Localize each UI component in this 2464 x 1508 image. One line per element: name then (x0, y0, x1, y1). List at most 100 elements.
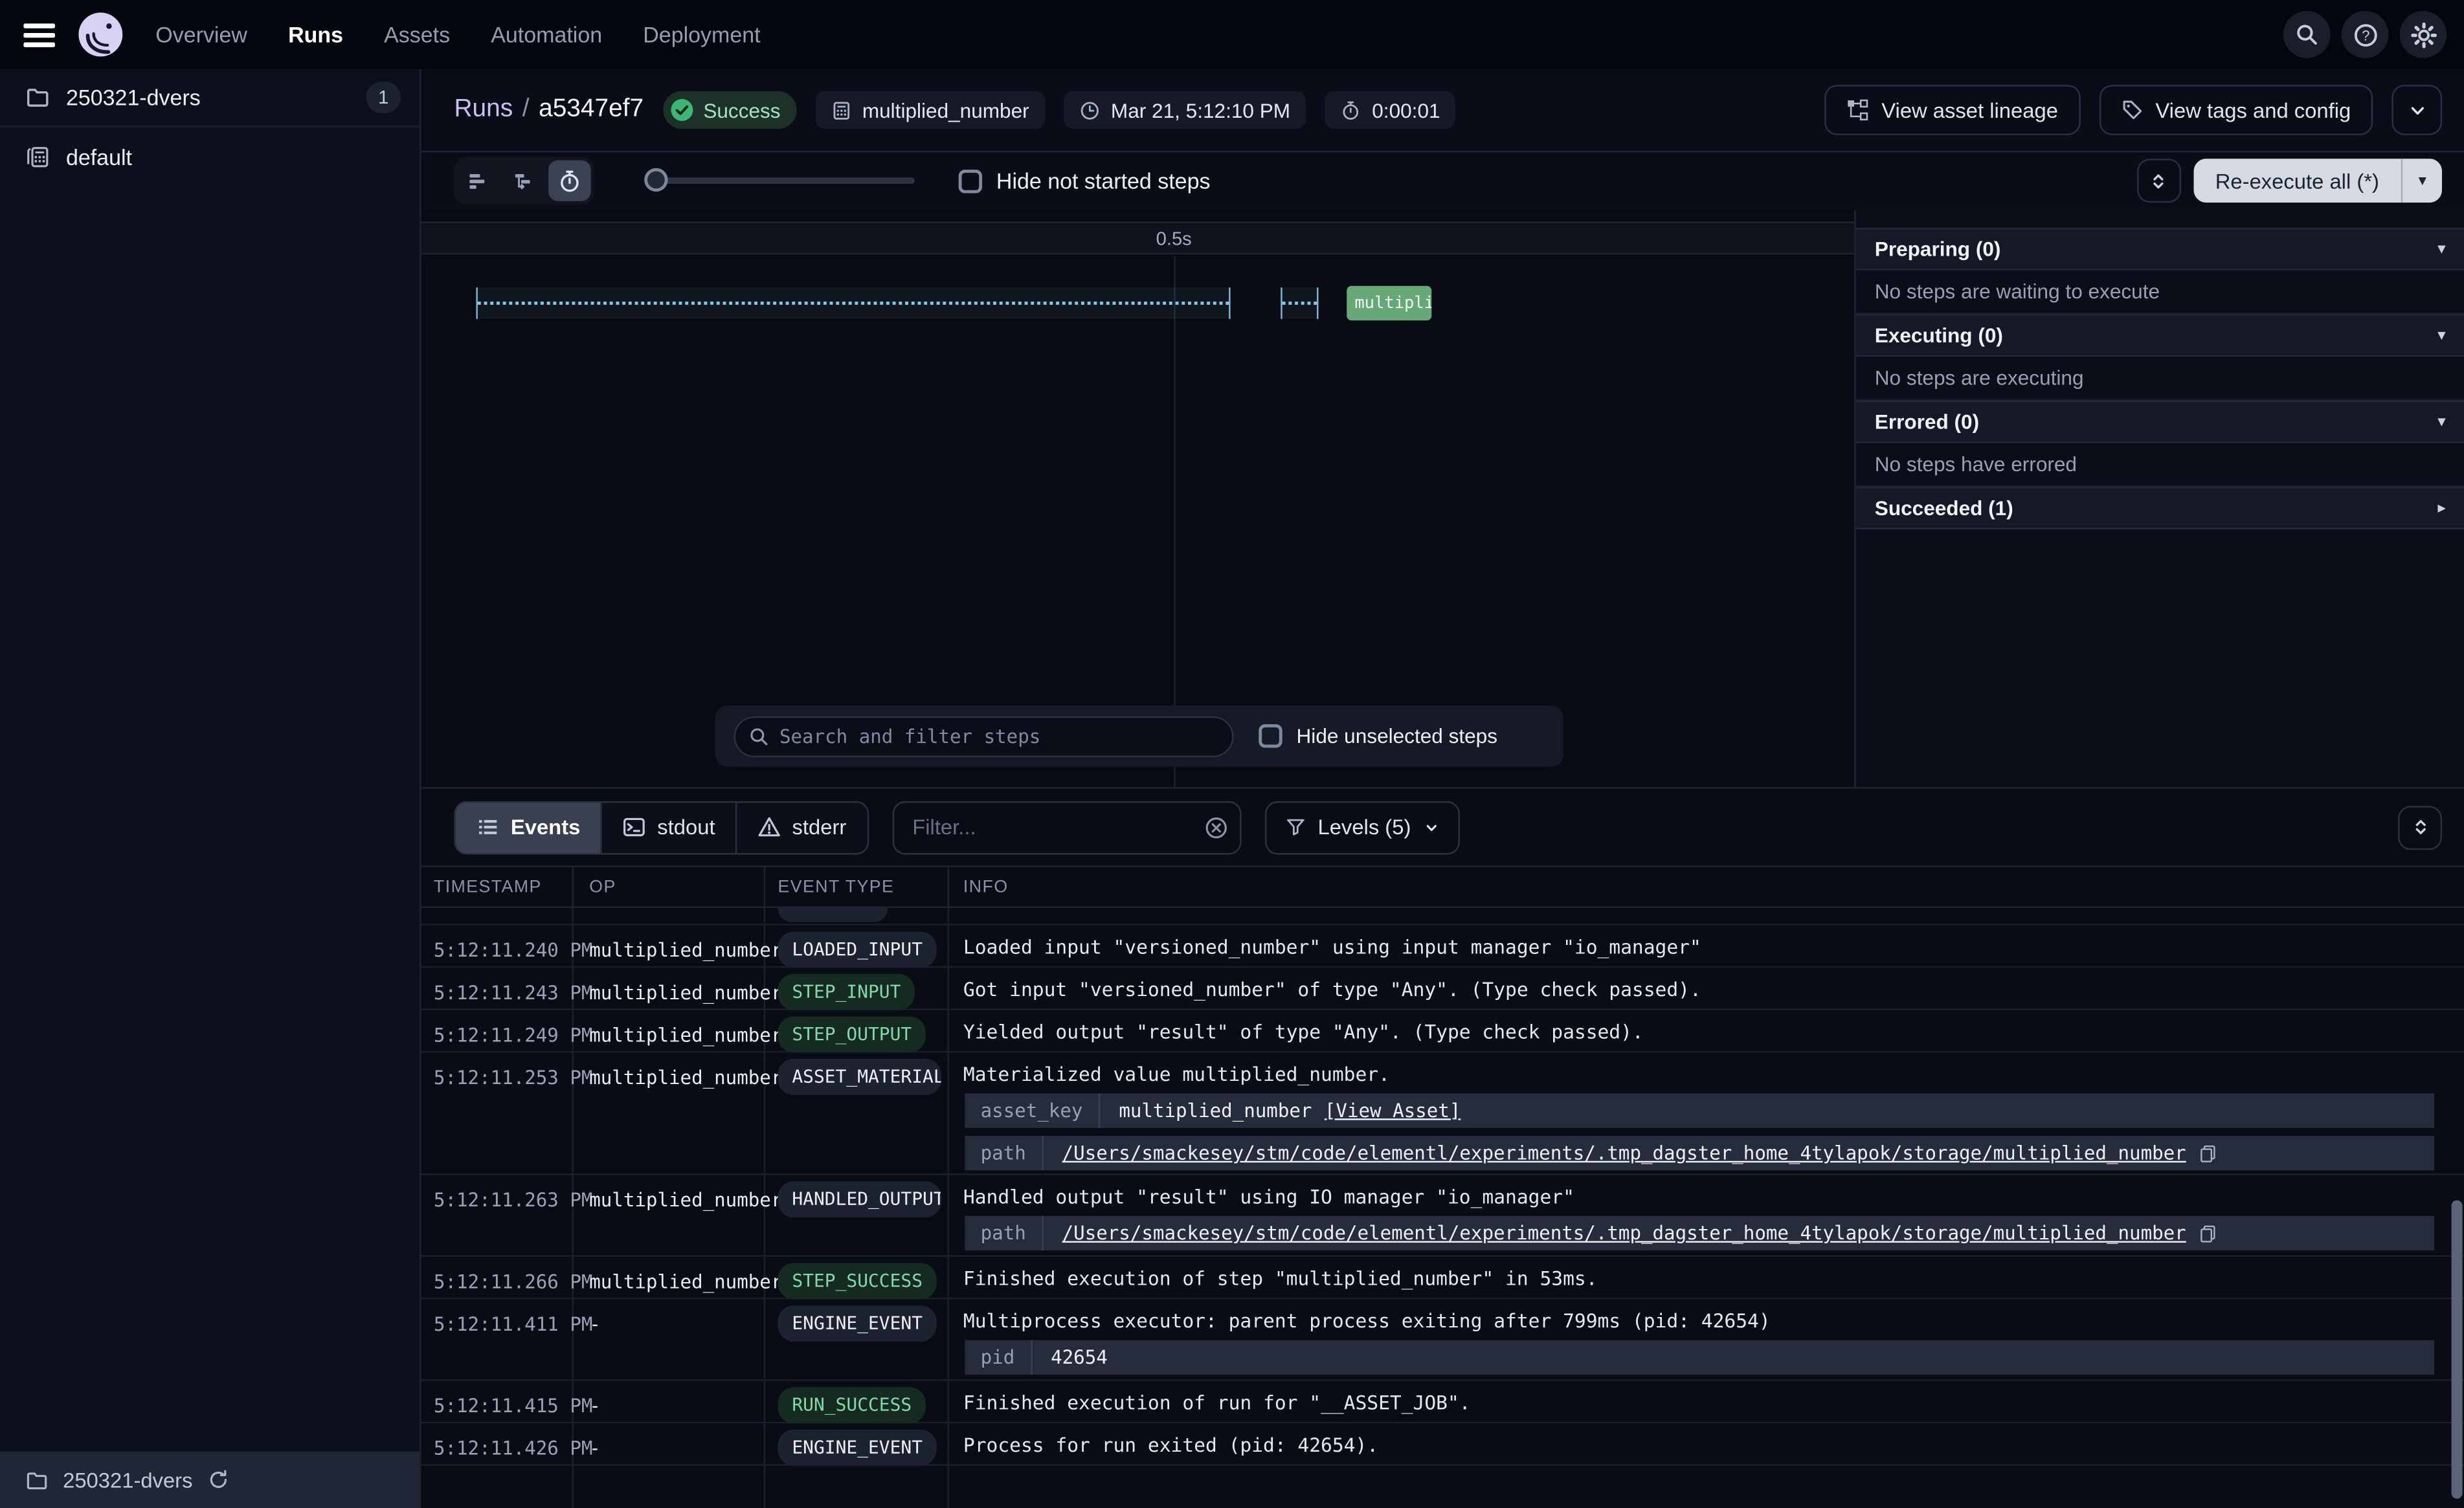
flat-view-button[interactable] (457, 161, 500, 201)
repository-name: 250321-dvers (66, 85, 201, 110)
waterfall-view-button[interactable] (503, 161, 546, 201)
sidebar: 250321-dvers 1 default 250321-dvers (0, 69, 421, 1508)
event-op: multiplied_number (589, 1067, 782, 1089)
log-filter-input[interactable] (892, 801, 1241, 854)
event-row[interactable]: 5:12:11.253 PMmultiplied_numberASSET_MAT… (421, 1052, 2464, 1175)
event-info: Loaded input "versioned_number" using in… (963, 937, 2464, 959)
nav-item-deployment[interactable]: Deployment (643, 22, 760, 47)
nav-item-automation[interactable]: Automation (491, 22, 602, 47)
event-timestamp: 5:12:11.240 PM (434, 940, 593, 962)
tab-label: stderr (792, 815, 847, 839)
tab-events[interactable]: Events (456, 802, 601, 852)
asset-tag[interactable]: multiplied_number (815, 91, 1045, 129)
event-type-badge: ENGINE_EVENT (778, 1305, 937, 1342)
event-row[interactable]: 5:12:11.249 PMmultiplied_numberSTEP_OUTP… (421, 1010, 2464, 1053)
metadata-key: asset_key (965, 1093, 1100, 1127)
status-section-body: No steps are waiting to execute (1856, 270, 2464, 314)
step-search-input[interactable] (734, 716, 1234, 757)
event-row[interactable]: 5:12:11.426 PM-ENGINE_EVENTProcess for r… (421, 1423, 2464, 1466)
clock-icon (1079, 100, 1100, 120)
hamburger-menu-icon[interactable] (23, 23, 55, 46)
search-button[interactable] (2283, 11, 2331, 58)
metadata-link[interactable]: /Users/smackesey/stm/code/elementl/exper… (1062, 1222, 2186, 1244)
metadata-link[interactable]: /Users/smackesey/stm/code/elementl/exper… (1062, 1142, 2186, 1164)
tab-stdout[interactable]: stdout (601, 802, 735, 852)
event-row-partial[interactable] (421, 908, 2464, 926)
status-section-header-4[interactable]: Succeeded (1)▸ (1856, 487, 2464, 529)
view-asset-lineage-label: View asset lineage (1881, 98, 2058, 122)
metadata-key: pid (965, 1340, 1032, 1374)
help-button[interactable]: ? (2342, 11, 2389, 58)
nav-item-runs[interactable]: Runs (288, 22, 343, 47)
event-info: Handled output "result" using IO manager… (963, 1186, 2464, 1208)
hide-unselected-checkbox-row[interactable]: Hide unselected steps (1259, 724, 1497, 748)
sidebar-item-job-default[interactable]: default (0, 128, 420, 186)
dagster-logo-icon[interactable] (78, 12, 122, 56)
refresh-icon[interactable] (207, 1469, 229, 1491)
event-type-badge: ENGINE_EVENT (778, 1430, 937, 1466)
event-op: multiplied_number (589, 1271, 782, 1293)
settings-button[interactable] (2399, 11, 2447, 58)
event-row[interactable]: 5:12:11.411 PM-ENGINE_EVENTMultiprocess … (421, 1299, 2464, 1380)
slider-knob[interactable] (644, 168, 667, 192)
lineage-icon (1847, 99, 1869, 121)
status-section-header-1[interactable]: Preparing (0)▾ (1856, 228, 2464, 271)
main-content: Runs/a5347ef7 Success multiplied_number … (421, 69, 2464, 1508)
levels-label: Levels (5) (1317, 815, 1411, 839)
reexecute-dropdown-button[interactable]: ▾ (2401, 159, 2442, 203)
event-row[interactable]: 5:12:11.263 PMmultiplied_numberHANDLED_O… (421, 1175, 2464, 1257)
tab-label: stdout (657, 815, 715, 839)
job-name: default (66, 144, 132, 169)
caret-down-icon: ▾ (2438, 413, 2445, 430)
expand-panel-button[interactable] (2136, 159, 2180, 203)
event-info: Process for run exited (pid: 42654). (963, 1434, 2464, 1456)
hide-not-started-label: Hide not started steps (996, 168, 1211, 194)
levels-filter-button[interactable]: Levels (5) (1264, 801, 1460, 854)
view-tags-config-button[interactable]: View tags and config (2099, 85, 2373, 135)
chevron-down-icon (2406, 100, 2427, 120)
event-timestamp: 5:12:11.253 PM (434, 1067, 593, 1089)
nav-item-assets[interactable]: Assets (384, 22, 450, 47)
clear-filter-icon[interactable] (1203, 815, 1228, 840)
view-asset-lineage-button[interactable]: View asset lineage (1825, 85, 2080, 135)
expand-logs-button[interactable] (2398, 805, 2442, 849)
reexecute-all-button[interactable]: Re-execute all (*) (2193, 159, 2401, 203)
events-table-filler (421, 1466, 2464, 1508)
gantt-view-mode-group (454, 157, 594, 205)
sidebar-item-repository[interactable]: 250321-dvers 1 (0, 69, 420, 128)
event-op: - (589, 1313, 601, 1335)
run-id: a5347ef7 (539, 96, 644, 122)
copy-icon[interactable] (2199, 1223, 2217, 1244)
check-circle-icon (669, 97, 694, 122)
status-section-header-2[interactable]: Executing (0)▾ (1856, 314, 2464, 357)
gantt-time-axis: 0.5s (421, 221, 1855, 254)
tab-stderr[interactable]: stderr (735, 802, 867, 852)
sidebar-footer[interactable]: 250321-dvers (0, 1452, 420, 1508)
gantt-zoom-slider[interactable] (647, 177, 915, 184)
event-row[interactable]: 5:12:11.243 PMmultiplied_numberSTEP_INPU… (421, 968, 2464, 1010)
events-section: Eventsstdoutstderr Levels (5) TIMESTAMPO… (421, 787, 2464, 1508)
nav-item-overview[interactable]: Overview (155, 22, 247, 47)
copy-icon[interactable] (2199, 1143, 2217, 1164)
status-section-header-3[interactable]: Errored (0)▾ (1856, 401, 2464, 443)
step-status-panel: Preparing (0)▾No steps are waiting to ex… (1854, 210, 2464, 787)
hide-not-started-checkbox[interactable] (959, 169, 982, 192)
hide-not-started-checkbox-row[interactable]: Hide not started steps (959, 168, 1211, 194)
event-row[interactable]: 5:12:11.415 PM-RUN_SUCCESSFinished execu… (421, 1381, 2464, 1424)
time-tick-label: 0.5s (1156, 228, 1192, 250)
event-op: multiplied_number (589, 1189, 782, 1211)
events-scrollbar-thumb[interactable] (2452, 1200, 2463, 1498)
gantt-section: 0.5s multipli… Hide unselected steps (421, 210, 2464, 787)
event-row[interactable]: 5:12:11.266 PMmultiplied_numberSTEP_SUCC… (421, 1257, 2464, 1300)
timed-view-button[interactable] (548, 161, 591, 201)
event-row[interactable]: 5:12:11.240 PMmultiplied_numberLOADED_IN… (421, 926, 2464, 968)
breadcrumb-runs-link[interactable]: Runs (454, 96, 513, 122)
status-section-title: Preparing (0) (1875, 238, 2001, 261)
top-nav: Overview Runs Assets Automation Deployment ? (0, 0, 2464, 69)
stopwatch-icon (1341, 100, 1361, 120)
metadata-link[interactable]: [View Asset] (1325, 1100, 1461, 1122)
run-more-actions-button[interactable] (2391, 85, 2442, 135)
gantt-step-bar[interactable]: multipli… (1347, 286, 1431, 320)
hide-unselected-checkbox[interactable] (1259, 724, 1282, 748)
gantt-chart: 0.5s multipli… Hide unselected steps (421, 210, 1855, 787)
